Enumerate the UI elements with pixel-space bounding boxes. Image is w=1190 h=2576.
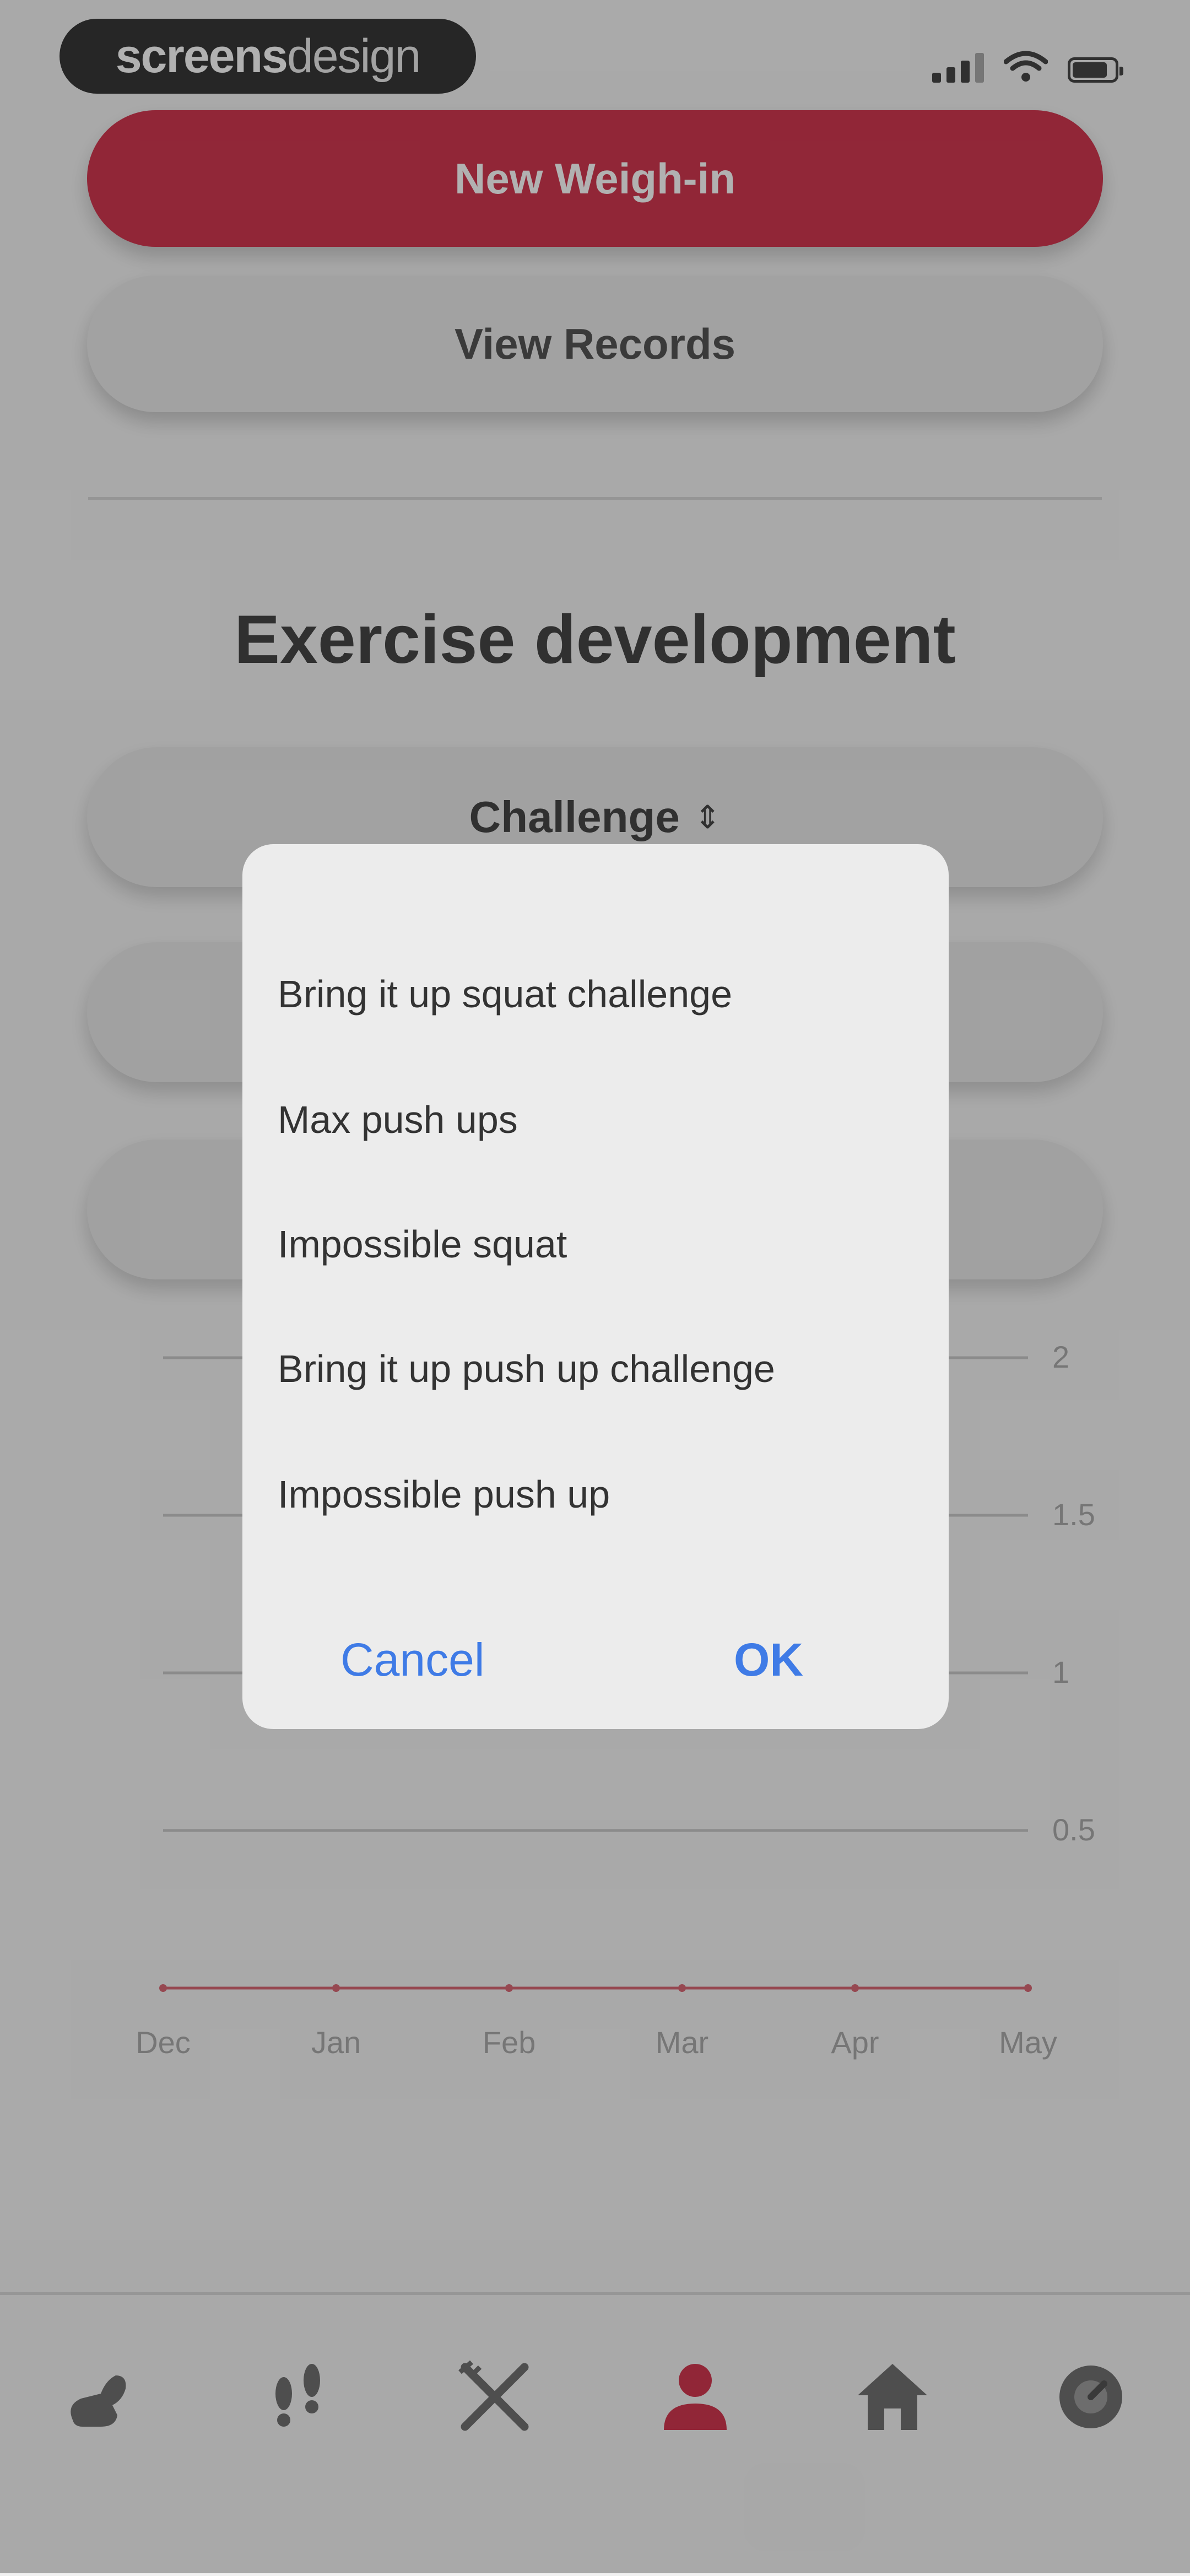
- option-item[interactable]: Impossible push up: [278, 1472, 610, 1516]
- ok-button[interactable]: OK: [734, 1633, 803, 1687]
- option-item[interactable]: Impossible squat: [278, 1222, 567, 1266]
- cancel-button[interactable]: Cancel: [340, 1633, 484, 1687]
- option-item[interactable]: Bring it up push up challenge: [278, 1347, 775, 1391]
- option-item[interactable]: Bring it up squat challenge: [278, 972, 732, 1016]
- exercise-picker-dialog: Bring it up squat challenge Max push ups…: [242, 844, 949, 1729]
- option-item[interactable]: Max push ups: [278, 1098, 518, 1142]
